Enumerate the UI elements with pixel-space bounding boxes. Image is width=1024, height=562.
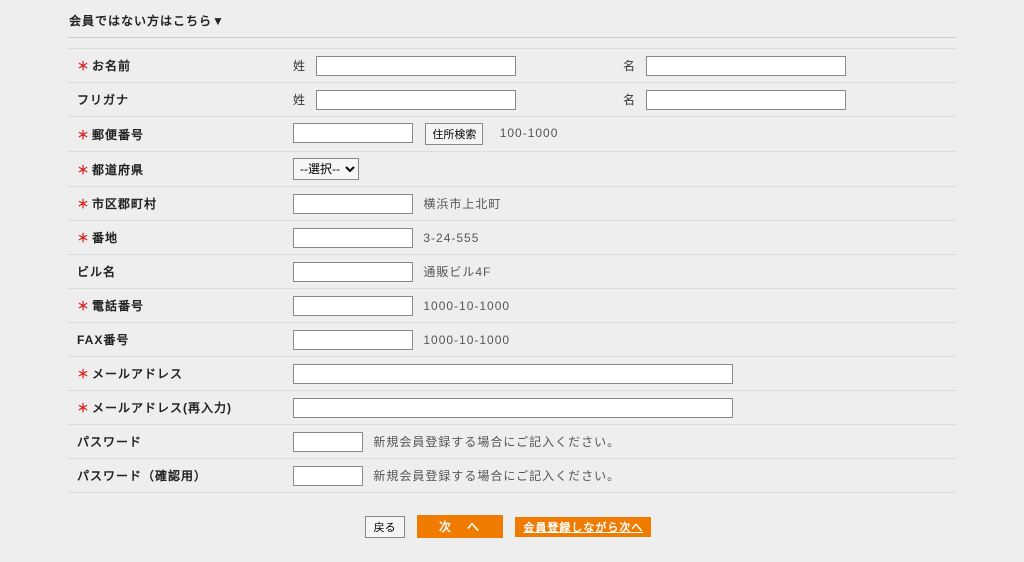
zip-example: 100-1000: [500, 126, 559, 140]
label-bldg: ビル名: [67, 255, 287, 289]
addr-example: 3-24-555: [423, 231, 479, 245]
label-pw2: パスワード（確認用）: [67, 459, 287, 493]
tel-example: 1000-10-1000: [423, 299, 510, 313]
email-input[interactable]: [293, 364, 733, 384]
bldg-example: 通販ビル4F: [423, 265, 491, 279]
password-confirm-input[interactable]: [293, 466, 363, 486]
label-zip: ＊郵便番号: [67, 117, 287, 152]
password-input[interactable]: [293, 432, 363, 452]
name-mei-input[interactable]: [646, 56, 846, 76]
label-email2: ＊メールアドレス(再入力): [67, 391, 287, 425]
pw-hint: 新規会員登録する場合にご記入ください。: [373, 435, 620, 449]
label-addr: ＊番地: [67, 221, 287, 255]
pw2-hint: 新規会員登録する場合にご記入ください。: [373, 469, 620, 483]
label-name: ＊お名前: [67, 49, 287, 83]
label-sei: 姓: [293, 57, 306, 74]
tel-input[interactable]: [293, 296, 413, 316]
register-next-button[interactable]: 会員登録しながら次へ: [515, 517, 651, 537]
kana-sei-input[interactable]: [316, 90, 516, 110]
fax-input[interactable]: [293, 330, 413, 350]
zip-input[interactable]: [293, 123, 413, 143]
city-example: 横浜市上北町: [423, 197, 501, 211]
name-sei-input[interactable]: [316, 56, 516, 76]
label-fax: FAX番号: [67, 323, 287, 357]
label-sei-kana: 姓: [293, 91, 306, 108]
label-pref: ＊都道府県: [67, 152, 287, 187]
required-mark: ＊: [77, 59, 90, 73]
label-pw: パスワード: [67, 425, 287, 459]
non-member-toggle[interactable]: 会員ではない方はこちら▼: [67, 10, 957, 38]
label-tel: ＊電話番号: [67, 289, 287, 323]
city-input[interactable]: [293, 194, 413, 214]
label-email: ＊メールアドレス: [67, 357, 287, 391]
bldg-input[interactable]: [293, 262, 413, 282]
back-button[interactable]: 戻る: [365, 516, 405, 538]
next-button[interactable]: 次 へ: [417, 515, 503, 538]
registration-form: ＊お名前 姓 名 フリガナ 姓 名 ＊郵便番号: [67, 48, 957, 493]
fax-example: 1000-10-1000: [423, 333, 510, 347]
label-mei: 名: [623, 57, 636, 74]
label-mei-kana: 名: [623, 91, 636, 108]
zip-search-button[interactable]: 住所検索: [425, 123, 483, 145]
label-kana: フリガナ: [67, 83, 287, 117]
email-confirm-input[interactable]: [293, 398, 733, 418]
pref-select[interactable]: --選択--: [293, 158, 359, 180]
kana-mei-input[interactable]: [646, 90, 846, 110]
label-city: ＊市区郡町村: [67, 187, 287, 221]
form-actions: 戻る 次 へ 会員登録しながら次へ: [67, 493, 957, 538]
addr-input[interactable]: [293, 228, 413, 248]
